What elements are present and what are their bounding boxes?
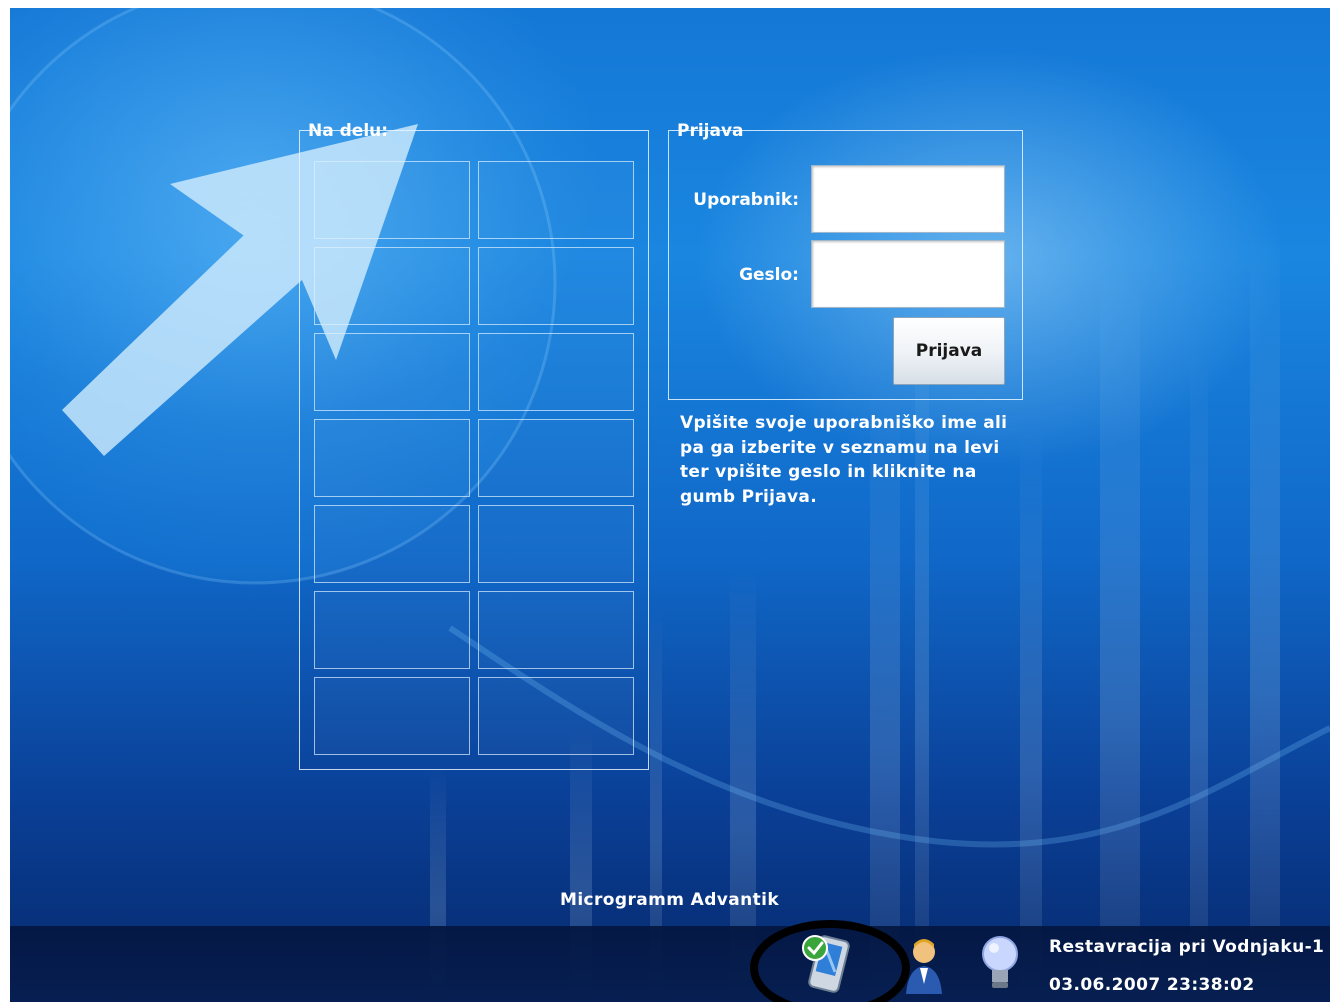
password-input[interactable] — [811, 240, 1005, 308]
password-label: Geslo: — [739, 265, 799, 285]
location-label: Restavracija pri Vodnjaku-1 — [1049, 937, 1325, 957]
user-icon[interactable] — [890, 934, 946, 998]
user-slot[interactable] — [314, 333, 470, 411]
user-slot[interactable] — [478, 333, 634, 411]
user-slot[interactable] — [314, 505, 470, 583]
user-slot[interactable] — [478, 247, 634, 325]
login-help-text: Vpišite svoje uporabniško ime ali pa ga … — [680, 413, 1008, 507]
user-slot[interactable] — [314, 677, 470, 755]
user-slot[interactable] — [478, 161, 634, 239]
desktop-screen: Na delu: Prijava Uporabnik: Geslo: Prija… — [10, 8, 1330, 1002]
login-panel: Prijava Uporabnik: Geslo: Prijava — [668, 121, 1023, 400]
username-input[interactable] — [811, 165, 1005, 233]
username-label: Uporabnik: — [693, 190, 799, 210]
login-button[interactable]: Prijava — [893, 317, 1005, 385]
active-users-grid — [314, 161, 634, 755]
user-slot[interactable] — [478, 591, 634, 669]
user-slot[interactable] — [314, 161, 470, 239]
lightbulb-icon[interactable] — [978, 934, 1022, 1000]
user-slot[interactable] — [478, 419, 634, 497]
active-users-legend: Na delu: — [308, 121, 389, 141]
login-legend: Prijava — [677, 121, 744, 141]
user-slot[interactable] — [314, 247, 470, 325]
user-slot[interactable] — [478, 677, 634, 755]
user-slot[interactable] — [314, 591, 470, 669]
tray-info: Restavracija pri Vodnjaku-1 03.06.2007 2… — [1049, 934, 1324, 1002]
active-users-panel: Na delu: — [299, 121, 649, 770]
mobile-device-check-icon[interactable] — [798, 932, 858, 998]
user-slot[interactable] — [478, 505, 634, 583]
user-slot[interactable] — [314, 419, 470, 497]
product-name: Microgramm Advantik — [560, 890, 780, 910]
taskbar: Restavracija pri Vodnjaku-1 03.06.2007 2… — [10, 926, 1330, 1002]
datetime-label: 03.06.2007 23:38:02 — [1049, 975, 1255, 995]
